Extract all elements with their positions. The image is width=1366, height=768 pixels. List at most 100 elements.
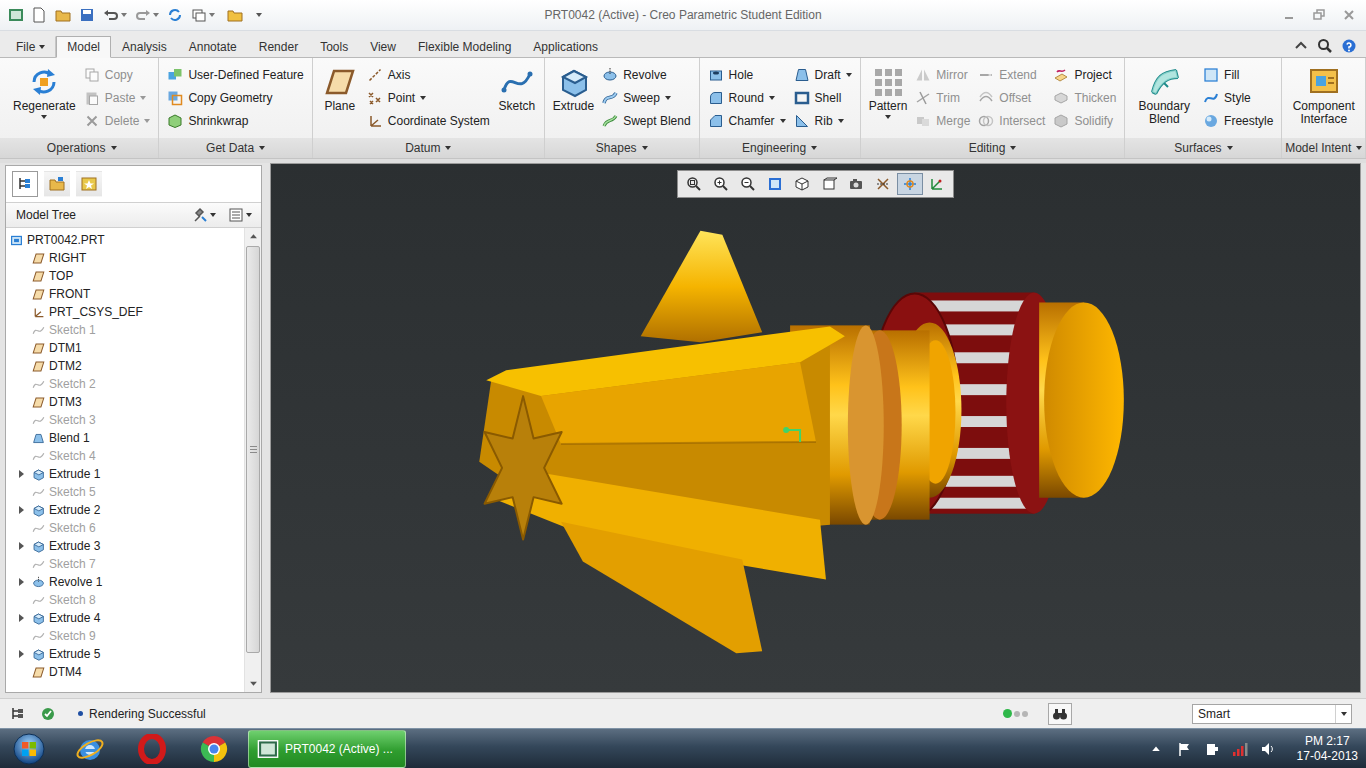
network-status[interactable] xyxy=(1231,740,1249,758)
ribbon-button[interactable]: Copy xyxy=(84,63,151,86)
scroll-up-button[interactable] xyxy=(245,228,261,245)
ribbon-button[interactable]: Round xyxy=(708,86,786,109)
tree-item[interactable]: Extrude 5 xyxy=(6,645,244,663)
tree-item[interactable]: Sketch 5 xyxy=(6,483,244,501)
internet-explorer-button[interactable] xyxy=(60,730,120,768)
action-center[interactable] xyxy=(1175,740,1193,758)
tree-item[interactable]: Sketch 6 xyxy=(6,519,244,537)
gear-model[interactable] xyxy=(271,164,1360,692)
ribbon-button[interactable]: Point xyxy=(367,86,490,109)
ribbon-group-label[interactable]: Shapes xyxy=(545,138,699,158)
clock[interactable]: PM 2:1717-04-2013 xyxy=(1297,734,1358,764)
new-button[interactable] xyxy=(30,6,48,24)
ribbon-group-label[interactable]: Editing xyxy=(861,138,1125,158)
undo-button[interactable] xyxy=(102,6,128,24)
tree-item[interactable]: DTM3 xyxy=(6,393,244,411)
windows-button[interactable] xyxy=(190,6,216,24)
tree-item[interactable]: Extrude 4 xyxy=(6,609,244,627)
tree-scrollbar[interactable] xyxy=(244,228,261,692)
tree-item[interactable]: Sketch 9 xyxy=(6,627,244,645)
graphics-window[interactable] xyxy=(270,163,1361,693)
ribbon-button[interactable]: Extend xyxy=(978,63,1045,86)
ribbon-button[interactable]: Shrinkwrap xyxy=(167,110,303,133)
tree-item[interactable]: DTM1 xyxy=(6,339,244,357)
ribbon-button[interactable]: Rib xyxy=(794,110,852,133)
tree-item[interactable]: Sketch 3 xyxy=(6,411,244,429)
graphics-toolbar-button[interactable] xyxy=(816,173,842,195)
ribbon-button[interactable]: Hole xyxy=(708,63,786,86)
open-button[interactable] xyxy=(54,6,72,24)
save-button[interactable] xyxy=(78,6,96,24)
ribbon-tab[interactable]: Tools xyxy=(309,36,359,58)
tree-item[interactable]: Sketch 1 xyxy=(6,321,244,339)
ribbon-large-button[interactable]: Pattern xyxy=(869,62,908,136)
tree-item[interactable]: Blend 1 xyxy=(6,429,244,447)
tree-expander[interactable] xyxy=(14,650,28,658)
search-button[interactable] xyxy=(1316,37,1334,55)
ribbon-button[interactable]: Solidify xyxy=(1053,110,1116,133)
tree-item[interactable]: RIGHT xyxy=(6,249,244,267)
opera-button[interactable] xyxy=(122,730,182,768)
ribbon-group-label[interactable]: Datum xyxy=(313,138,544,158)
tree-show-button[interactable] xyxy=(225,206,255,224)
ribbon-button[interactable]: Thicken xyxy=(1053,86,1116,109)
tree-expander[interactable] xyxy=(14,542,28,550)
ribbon-tab[interactable]: Annotate xyxy=(178,36,248,58)
ribbon-button[interactable]: Mirror xyxy=(915,63,970,86)
ribbon-group-label[interactable]: Operations xyxy=(5,138,158,158)
navigator-tab[interactable] xyxy=(76,171,102,197)
ribbon-button[interactable]: Offset xyxy=(978,86,1045,109)
start-button[interactable] xyxy=(0,730,58,768)
navigator-toggle[interactable] xyxy=(6,703,30,725)
tree-item[interactable]: Extrude 1 xyxy=(6,465,244,483)
ribbon-large-button[interactable]: Sketch xyxy=(498,62,536,136)
ribbon-button[interactable]: Fill xyxy=(1203,63,1273,86)
tree-settings-button[interactable] xyxy=(189,206,219,224)
tree-expander[interactable] xyxy=(14,578,28,586)
ribbon-button[interactable]: Sweep xyxy=(602,86,690,109)
tree-expander[interactable] xyxy=(14,470,28,478)
close-button[interactable] xyxy=(1340,6,1358,24)
graphics-toolbar-button[interactable] xyxy=(843,173,869,195)
tree-item[interactable]: FRONT xyxy=(6,285,244,303)
ribbon-button[interactable]: Axis xyxy=(367,63,490,86)
selection-filter[interactable]: Smart xyxy=(1192,704,1352,724)
ribbon-button[interactable]: Revolve xyxy=(602,63,690,86)
browser-toggle[interactable] xyxy=(36,703,60,725)
ribbon-large-button[interactable]: Boundary Blend xyxy=(1133,62,1195,136)
minimize-ribbon-button[interactable] xyxy=(1292,37,1310,55)
selection-filter-arrow[interactable] xyxy=(1335,705,1351,723)
ribbon-tab[interactable]: Applications xyxy=(522,36,609,58)
tree-item[interactable]: DTM2 xyxy=(6,357,244,375)
ribbon-button[interactable]: Delete xyxy=(84,110,151,133)
ribbon-group-label[interactable]: Model Intent xyxy=(1282,138,1365,158)
tree-item[interactable]: PRT_CSYS_DEF xyxy=(6,303,244,321)
navigator-tab[interactable] xyxy=(44,171,70,197)
customize-button[interactable] xyxy=(254,6,264,24)
ribbon-button[interactable]: Swept Blend xyxy=(602,110,690,133)
ribbon-large-button[interactable]: Regenerate xyxy=(13,62,76,136)
show-hidden-icons[interactable] xyxy=(1147,740,1165,758)
ribbon-button[interactable]: Draft xyxy=(794,63,852,86)
maximize-button[interactable] xyxy=(1310,6,1328,24)
tree-item[interactable]: Extrude 3 xyxy=(6,537,244,555)
folder-button[interactable] xyxy=(222,6,248,24)
graphics-toolbar-button[interactable] xyxy=(681,173,707,195)
power-status[interactable] xyxy=(1203,740,1221,758)
ribbon-button[interactable]: Freestyle xyxy=(1203,110,1273,133)
ribbon-group-label[interactable]: Engineering xyxy=(700,138,860,158)
volume-control[interactable] xyxy=(1259,740,1277,758)
graphics-toolbar-button[interactable] xyxy=(762,173,788,195)
ribbon-large-button[interactable]: Extrude xyxy=(553,62,594,136)
minimize-button[interactable] xyxy=(1280,6,1298,24)
navigator-tab[interactable] xyxy=(12,171,38,197)
ribbon-group-label[interactable]: Surfaces xyxy=(1125,138,1281,158)
ribbon-large-button[interactable]: Component Interface xyxy=(1290,62,1357,136)
ribbon-button[interactable]: Intersect xyxy=(978,110,1045,133)
ribbon-button[interactable]: Chamfer xyxy=(708,110,786,133)
tree-item[interactable]: Sketch 2 xyxy=(6,375,244,393)
ribbon-button[interactable]: Trim xyxy=(915,86,970,109)
ribbon-tab[interactable]: Model xyxy=(56,36,111,58)
graphics-toolbar-button[interactable] xyxy=(924,173,950,195)
graphics-toolbar-button[interactable] xyxy=(735,173,761,195)
